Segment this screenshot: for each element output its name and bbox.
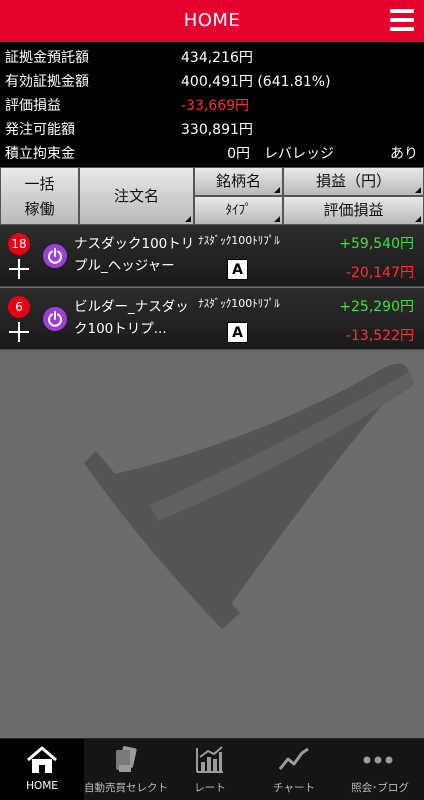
ticker-name: ﾅｽﾀﾞｯｸ100ﾄﾘﾌﾟﾙ <box>198 297 280 310</box>
plus-icon[interactable] <box>9 259 29 279</box>
position-count-badge: 6 <box>8 296 30 318</box>
summary-label: 有効証拠金額 <box>5 74 89 90</box>
plus-icon[interactable] <box>9 322 29 342</box>
power-toggle-icon[interactable] <box>43 244 67 268</box>
page-title: HOME <box>183 10 241 31</box>
summary-row-order-available: 発注可能額 330,891円 <box>0 118 424 142</box>
nav-inquiry-blog-label: 照会･ブログ <box>351 782 409 794</box>
summary-label: 発注可能額 <box>5 122 75 138</box>
profit-value: +25,290円 <box>339 299 414 315</box>
sort-eval-header[interactable]: 評価損益 <box>283 196 424 225</box>
eval-value: -20,147円 <box>345 265 414 281</box>
power-toggle-icon[interactable] <box>43 307 67 331</box>
sort-ticker-header[interactable]: 銘柄名 <box>194 167 283 196</box>
sort-triangle-icon <box>185 216 191 222</box>
nav-auto-select-label: 自動売買セレクト <box>84 782 168 794</box>
nav-rate[interactable]: レート <box>168 739 252 800</box>
nav-chart[interactable]: チャート <box>252 739 336 800</box>
bulk-activate-label-1: 一括 <box>24 175 55 193</box>
app-header: HOME <box>0 0 424 42</box>
nav-auto-select[interactable]: 自動売買セレクト <box>84 739 168 800</box>
sort-profit-header[interactable]: 損益（円） <box>283 167 424 196</box>
order-name[interactable]: ビルダー_ナスダッ ク100トリプ... <box>74 296 194 340</box>
profit-value: +59,540円 <box>339 236 414 252</box>
sort-order-name-header[interactable]: 注文名 <box>79 167 194 225</box>
summary-value: 330,891円 <box>181 122 253 138</box>
summary-label: 証拠金預託額 <box>5 50 89 66</box>
order-name-line2: ク100トリプ... <box>74 321 167 337</box>
summary-label: 評価損益 <box>5 98 61 114</box>
order-name-line1: ビルダー_ナスダッ <box>74 299 189 315</box>
order-list[interactable]: 18 ナスダック100トリ プル_ヘッジャー ﾅｽﾀﾞｯｸ100ﾄﾘﾌﾟﾙ A … <box>0 225 424 738</box>
leverage-label: レバレッジ <box>264 146 334 162</box>
cards-icon <box>116 746 137 772</box>
order-name[interactable]: ナスダック100トリ プル_ヘッジャー <box>74 233 194 277</box>
order-name-line2: プル_ヘッジャー <box>74 258 175 274</box>
summary-label: 積立拘束金 <box>5 146 75 162</box>
sort-type-header[interactable]: ﾀｲﾌﾟ <box>194 196 283 225</box>
hamburger-menu-icon[interactable] <box>390 9 414 31</box>
sort-triangle-icon <box>415 216 421 222</box>
nav-chart-label: チャート <box>273 782 315 794</box>
type-badge: A <box>227 322 248 343</box>
summary-row-reserved: 積立拘束金 0円 レバレッジ あり <box>0 142 424 166</box>
summary-row-deposit: 証拠金預託額 434,216円 <box>0 46 424 70</box>
ticker-header-label: 銘柄名 <box>215 172 261 190</box>
summary-value: 434,216円 <box>181 50 253 66</box>
summary-row-unrealized-pl: 評価損益 -33,669円 <box>0 94 424 118</box>
sort-triangle-icon <box>274 216 280 222</box>
bulk-activate-button[interactable]: 一括 稼働 <box>0 167 79 225</box>
nav-inquiry-blog[interactable]: 照会･ブログ <box>336 739 424 800</box>
account-summary: 証拠金預託額 434,216円 有効証拠金額 400,491円 (641.81%… <box>0 46 424 166</box>
table-header: 一括 稼働 注文名 銘柄名 ﾀｲﾌﾟ 損益（円） 評価損益 <box>0 167 424 225</box>
leverage-value: あり <box>390 146 418 162</box>
summary-value: 0円 <box>227 146 250 162</box>
nav-rate-label: レート <box>194 782 226 794</box>
eval-header-label: 評価損益 <box>323 201 384 219</box>
summary-value: 400,491円 (641.81%) <box>181 74 331 90</box>
eval-value: -13,522円 <box>345 328 414 344</box>
sort-triangle-icon <box>274 187 280 193</box>
order-name-header-label: 注文名 <box>113 187 159 205</box>
nav-home[interactable]: HOME <box>0 739 84 800</box>
order-row[interactable]: 18 ナスダック100トリ プル_ヘッジャー ﾅｽﾀﾞｯｸ100ﾄﾘﾌﾟﾙ A … <box>0 225 424 287</box>
more-dots-icon <box>363 756 393 764</box>
bottom-nav: HOME 自動売買セレクト レート チャート 照会･ブログ <box>0 738 424 800</box>
nav-home-label: HOME <box>26 780 58 792</box>
bulk-activate-label-2: 稼働 <box>24 200 55 218</box>
type-header-label: ﾀｲﾌﾟ <box>225 203 252 218</box>
order-name-line1: ナスダック100トリ <box>74 236 194 252</box>
sort-triangle-icon <box>415 187 421 193</box>
summary-value: -33,669円 <box>181 98 250 114</box>
profit-header-label: 損益（円） <box>315 172 391 190</box>
line-chart-icon <box>278 747 309 770</box>
home-icon <box>27 746 57 773</box>
type-badge: A <box>227 259 248 280</box>
position-count-badge: 18 <box>8 233 30 255</box>
summary-row-effective-margin: 有効証拠金額 400,491円 (641.81%) <box>0 70 424 94</box>
order-row[interactable]: 6 ビルダー_ナスダッ ク100トリプ... ﾅｽﾀﾞｯｸ100ﾄﾘﾌﾟﾙ A … <box>0 288 424 350</box>
bar-chart-icon <box>196 746 223 773</box>
ticker-name: ﾅｽﾀﾞｯｸ100ﾄﾘﾌﾟﾙ <box>198 234 280 247</box>
